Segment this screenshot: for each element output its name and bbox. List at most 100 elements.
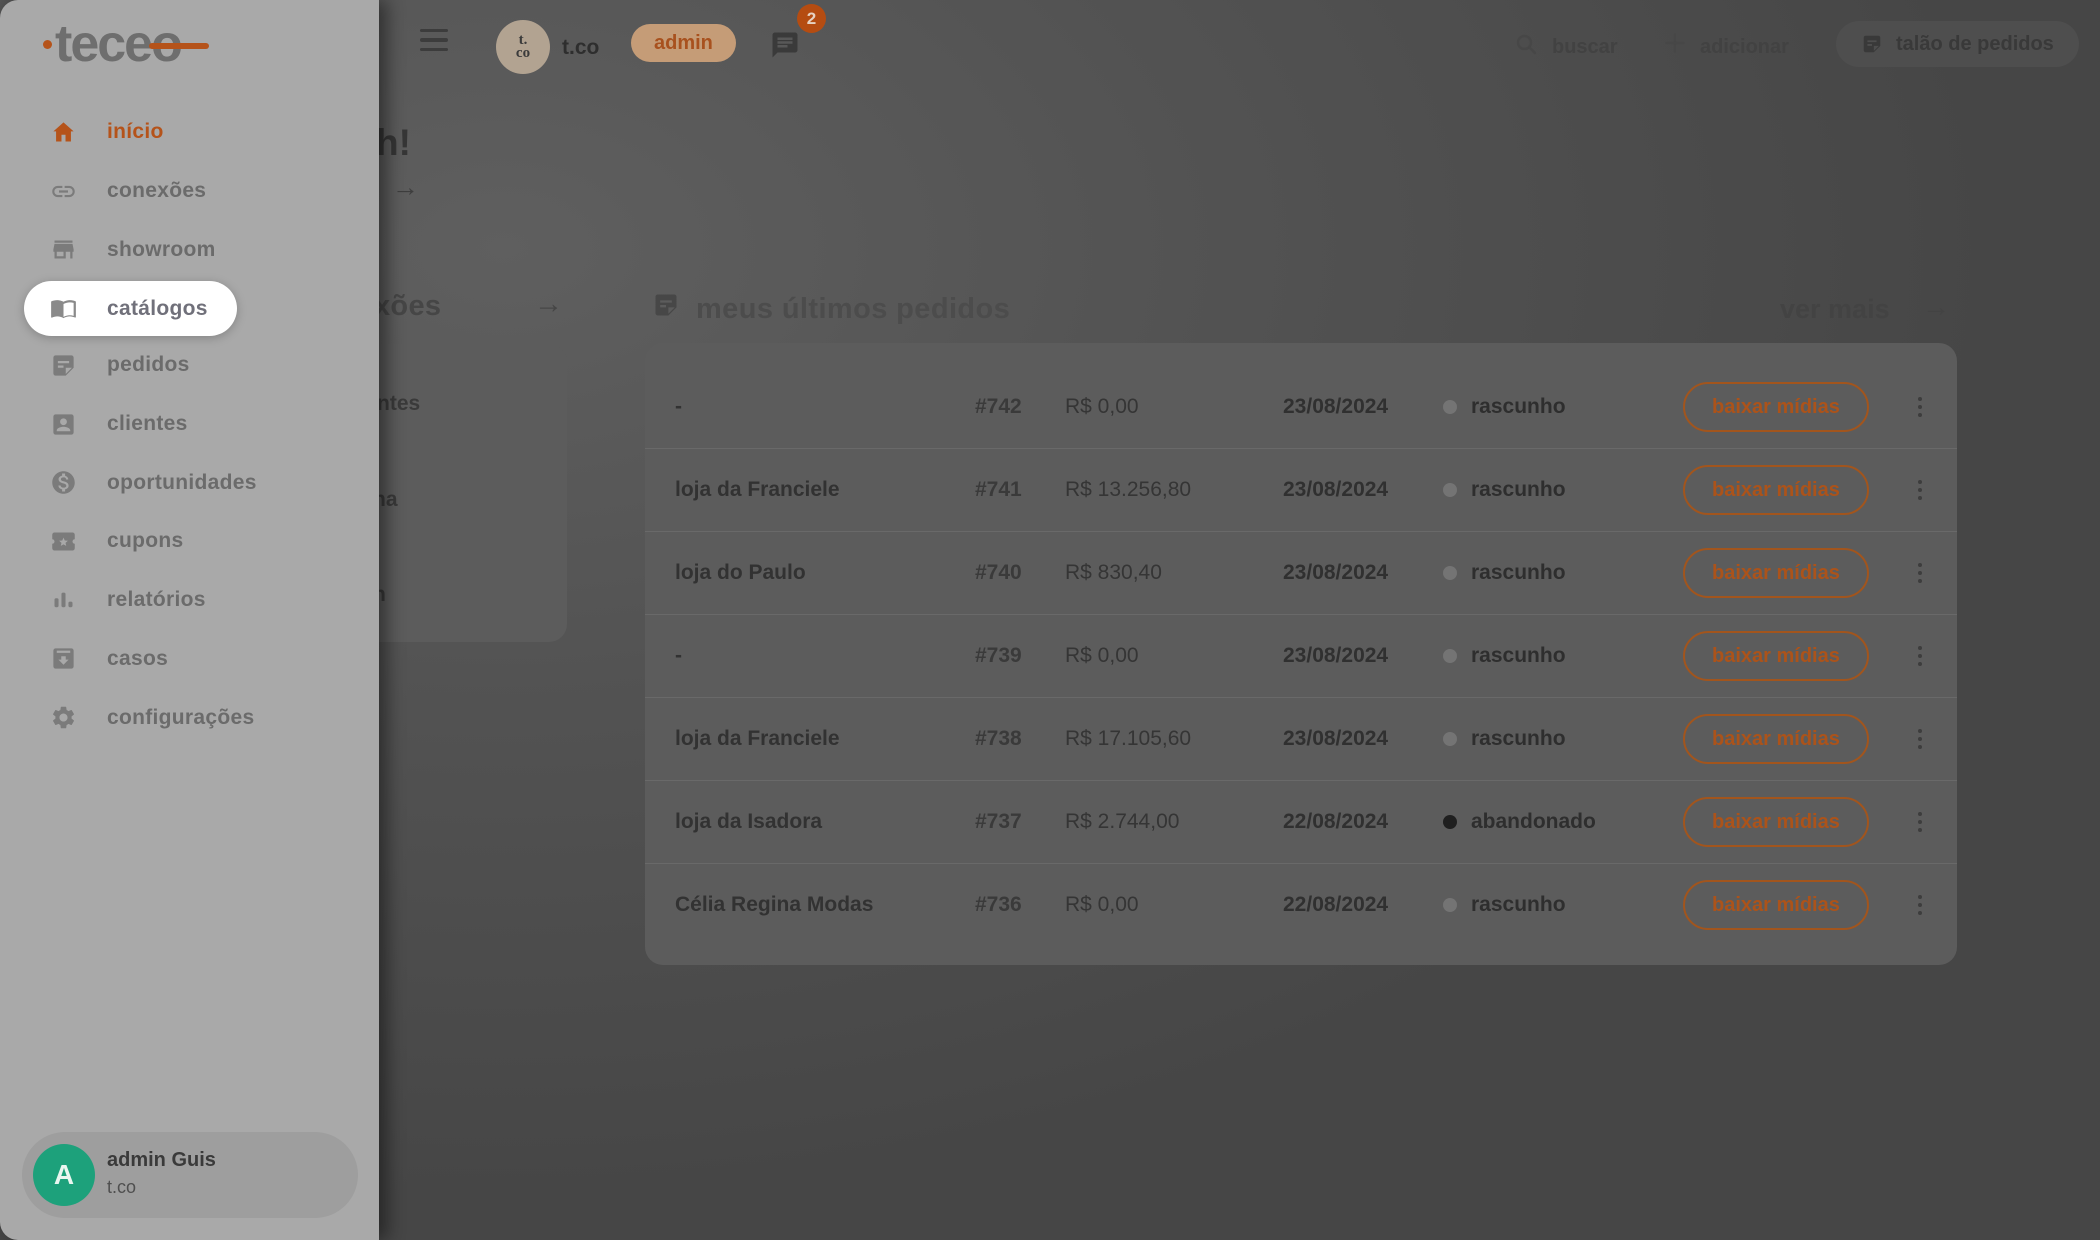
action-cell: baixar mídias xyxy=(1683,382,1883,432)
connections-arrow-icon[interactable]: → xyxy=(534,288,563,321)
sidebar-item-inicio[interactable]: início xyxy=(0,103,379,162)
workspace-avatar-line2: co xyxy=(516,47,530,60)
sidebar-nav: início conexões showroom catálogos pedid… xyxy=(0,103,379,747)
status-dot xyxy=(1443,483,1457,497)
sidebar-item-label: clientes xyxy=(107,412,188,436)
action-cell: baixar mídias xyxy=(1683,465,1883,515)
receipt-icon xyxy=(1861,33,1883,55)
download-media-button[interactable]: baixar mídias xyxy=(1683,631,1869,681)
store-cell: loja da Franciele xyxy=(645,478,975,502)
status-cell: rascunho xyxy=(1443,478,1683,502)
home-icon xyxy=(50,119,77,146)
status-dot xyxy=(1443,566,1457,580)
workspace-avatar[interactable]: t. co xyxy=(496,20,550,74)
sidebar-item-cupons[interactable]: cupons xyxy=(0,512,379,571)
sidebar-item-label: pedidos xyxy=(107,353,190,377)
plus-icon[interactable] xyxy=(1662,30,1688,56)
row-menu-cell xyxy=(1883,806,1957,839)
store-cell: Célia Regina Modas xyxy=(645,893,975,917)
sidebar-item-label: cupons xyxy=(107,529,183,553)
sidebar-item-label: conexões xyxy=(107,179,206,203)
kebab-menu-icon[interactable] xyxy=(1912,557,1929,590)
link-icon xyxy=(50,178,77,205)
download-media-button[interactable]: baixar mídias xyxy=(1683,714,1869,764)
sidebar-item-casos[interactable]: casos xyxy=(0,630,379,689)
user-org: t.co xyxy=(107,1177,136,1198)
total-cell: R$ 0,00 xyxy=(1065,893,1283,917)
sidebar-item-relatorios[interactable]: relatórios xyxy=(0,571,379,630)
table-row: loja do Paulo #740 R$ 830,40 23/08/2024 … xyxy=(645,531,1957,614)
kebab-menu-icon[interactable] xyxy=(1912,723,1929,756)
store-cell: loja da Isadora xyxy=(645,810,975,834)
see-more-arrow-icon[interactable]: → xyxy=(1922,291,1950,323)
table-row: loja da Franciele #738 R$ 17.105,60 23/0… xyxy=(645,697,1957,780)
status-label: rascunho xyxy=(1471,893,1566,917)
row-menu-cell xyxy=(1883,723,1957,756)
greeting-text-fragment: h! xyxy=(376,122,411,164)
status-cell: abandonado xyxy=(1443,810,1683,834)
archive-icon xyxy=(50,645,77,672)
status-label: rascunho xyxy=(1471,561,1566,585)
user-card[interactable]: A admin Guis t.co xyxy=(22,1132,358,1218)
orders-card: - #742 R$ 0,00 23/08/2024 rascunho baixa… xyxy=(645,343,1957,965)
kebab-menu-icon[interactable] xyxy=(1912,640,1929,673)
sidebar-item-showroom[interactable]: showroom xyxy=(0,220,379,279)
table-row: - #739 R$ 0,00 23/08/2024 rascunho baixa… xyxy=(645,614,1957,697)
user-name: admin Guis xyxy=(107,1149,216,1172)
status-cell: rascunho xyxy=(1443,395,1683,419)
see-more-link[interactable]: ver mais xyxy=(1780,294,1890,325)
status-label: abandonado xyxy=(1471,810,1596,834)
sidebar-item-label: catálogos xyxy=(107,297,208,321)
download-media-button[interactable]: baixar mídias xyxy=(1683,382,1869,432)
total-cell: R$ 0,00 xyxy=(1065,644,1283,668)
role-badge: admin xyxy=(631,24,736,62)
download-media-button[interactable]: baixar mídias xyxy=(1683,797,1869,847)
workspace-label: t.co xyxy=(562,36,599,60)
total-cell: R$ 13.256,80 xyxy=(1065,478,1283,502)
sidebar-item-conexoes[interactable]: conexões xyxy=(0,162,379,221)
total-cell: R$ 17.105,60 xyxy=(1065,727,1283,751)
sidebar-item-catalogos[interactable]: catálogos xyxy=(24,281,237,336)
action-cell: baixar mídias xyxy=(1683,548,1883,598)
status-cell: rascunho xyxy=(1443,644,1683,668)
order-pad-button[interactable]: talão de pedidos xyxy=(1836,21,2079,67)
sidebar-item-pedidos[interactable]: pedidos xyxy=(0,336,379,395)
person-card-icon xyxy=(50,411,77,438)
search-icon[interactable] xyxy=(1514,32,1538,56)
download-media-button[interactable]: baixar mídias xyxy=(1683,548,1869,598)
row-menu-cell xyxy=(1883,391,1957,424)
status-label: rascunho xyxy=(1471,395,1566,419)
search-label[interactable]: buscar xyxy=(1552,36,1618,59)
date-cell: 23/08/2024 xyxy=(1283,395,1443,419)
download-media-button[interactable]: baixar mídias xyxy=(1683,880,1869,930)
storefront-icon xyxy=(50,236,77,263)
chat-icon[interactable] xyxy=(770,30,800,60)
sidebar-item-oportunidades[interactable]: oportunidades xyxy=(0,453,379,512)
notification-badge[interactable]: 2 xyxy=(797,4,826,33)
total-cell: R$ 2.744,00 xyxy=(1065,810,1283,834)
kebab-menu-icon[interactable] xyxy=(1912,889,1929,922)
greeting-arrow-icon[interactable]: → xyxy=(392,172,419,203)
sidebar-item-label: configurações xyxy=(107,706,254,730)
kebab-menu-icon[interactable] xyxy=(1912,474,1929,507)
brand-logo[interactable]: teceo xyxy=(45,14,265,74)
ticket-star-icon xyxy=(50,528,77,555)
kebab-menu-icon[interactable] xyxy=(1912,806,1929,839)
order-number-cell: #740 xyxy=(975,561,1065,585)
download-media-button[interactable]: baixar mídias xyxy=(1683,465,1869,515)
status-dot xyxy=(1443,400,1457,414)
store-cell: loja da Franciele xyxy=(645,727,975,751)
kebab-menu-icon[interactable] xyxy=(1912,391,1929,424)
action-cell: baixar mídias xyxy=(1683,714,1883,764)
order-number-cell: #739 xyxy=(975,644,1065,668)
connection-item-fragment: ntes xyxy=(377,392,420,416)
menu-toggle-button[interactable] xyxy=(420,29,448,51)
action-cell: baixar mídias xyxy=(1683,880,1883,930)
date-cell: 22/08/2024 xyxy=(1283,893,1443,917)
sidebar-item-clientes[interactable]: clientes xyxy=(0,395,379,454)
sidebar-item-configuracoes[interactable]: configurações xyxy=(0,688,379,747)
order-number-cell: #738 xyxy=(975,727,1065,751)
row-menu-cell xyxy=(1883,474,1957,507)
add-label[interactable]: adicionar xyxy=(1700,36,1789,59)
order-number-cell: #742 xyxy=(975,395,1065,419)
